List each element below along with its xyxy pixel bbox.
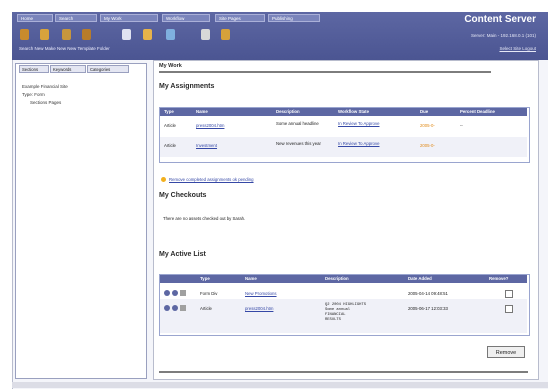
status-bar bbox=[12, 382, 548, 388]
active-row1-remove-checkbox[interactable] bbox=[505, 290, 513, 298]
left-pane bbox=[15, 63, 147, 379]
new-icon[interactable] bbox=[40, 29, 49, 40]
gear-icon[interactable] bbox=[201, 29, 210, 40]
up-arrow-icon[interactable] bbox=[166, 29, 175, 40]
row1-name[interactable]: press2004.htm bbox=[196, 123, 224, 128]
server-info: Server: Main - 192.168.0.1 (101) bbox=[470, 33, 536, 38]
active-header-date: Date Added bbox=[408, 276, 432, 281]
tab-workflow[interactable]: Workflow bbox=[162, 14, 210, 22]
inspect-icon[interactable] bbox=[172, 305, 178, 311]
refresh-icon[interactable] bbox=[82, 29, 91, 40]
key-icon[interactable] bbox=[221, 29, 230, 40]
active-row2-remove-checkbox[interactable] bbox=[505, 305, 513, 313]
view-icon[interactable] bbox=[164, 290, 170, 296]
active-row2-date: 2005-06-17 12:03:33 bbox=[408, 306, 448, 311]
remove-button[interactable]: Remove bbox=[487, 346, 525, 358]
row2-desc: New revenues this year bbox=[276, 141, 321, 146]
tab-keywords[interactable]: Keywords bbox=[50, 65, 86, 73]
active-list-heading: My Active List bbox=[159, 251, 206, 258]
tab-sections[interactable]: Sections bbox=[19, 65, 49, 73]
checkouts-text: There are no assets checked out by Sarah… bbox=[163, 216, 246, 221]
tab-categories[interactable]: Categories bbox=[87, 65, 129, 73]
assignments-heading: My Assignments bbox=[159, 83, 215, 90]
header-type: Type bbox=[164, 109, 174, 114]
edit-icon[interactable] bbox=[180, 290, 186, 296]
tree-item-site[interactable]: Example Financial Site bbox=[22, 84, 68, 89]
window-icon[interactable] bbox=[122, 29, 131, 40]
header-deadline: Percent Deadline bbox=[460, 109, 495, 114]
bullet-icon bbox=[161, 177, 166, 182]
active-row1-type: Form Div bbox=[200, 291, 218, 296]
title-divider bbox=[159, 71, 491, 73]
active-row2-name[interactable]: press2004.htm bbox=[245, 306, 273, 311]
row2-type: Article bbox=[164, 143, 176, 148]
search-icon[interactable] bbox=[20, 29, 29, 40]
row2-name[interactable]: Investment bbox=[196, 143, 217, 148]
tab-search[interactable]: Search bbox=[55, 14, 97, 22]
edit-icon[interactable] bbox=[180, 305, 186, 311]
header-due: Due bbox=[420, 109, 429, 114]
active-row2-desc: Q2 2004 HIGHLIGHTS Some annual FINANCIAL… bbox=[325, 303, 367, 322]
folder-icon[interactable] bbox=[62, 29, 71, 40]
row1-type: Article bbox=[164, 123, 176, 128]
view-icon[interactable] bbox=[164, 305, 170, 311]
active-row2-type: Article bbox=[200, 306, 212, 311]
header-name: Name bbox=[196, 109, 208, 114]
tab-publishing[interactable]: Publishing bbox=[268, 14, 320, 22]
row1-pct: -- bbox=[460, 123, 463, 128]
tab-my-work[interactable]: My Work bbox=[100, 14, 158, 22]
row1-due: 2005-0- bbox=[420, 123, 435, 128]
tree-item-type[interactable]: Type: Form bbox=[22, 92, 45, 97]
active-row1-date: 2005-04-14 09:48:51 bbox=[408, 291, 448, 296]
active-header-name: Name bbox=[245, 276, 257, 281]
header-workflow: Workflow State bbox=[338, 109, 369, 114]
page-title: My Work bbox=[159, 63, 182, 69]
top-links[interactable]: Select Site Logout bbox=[499, 46, 536, 51]
active-header-remove: Remove? bbox=[489, 276, 509, 281]
brand-title: Content Server bbox=[464, 14, 536, 25]
tab-home[interactable]: Home bbox=[17, 14, 53, 22]
document-icon[interactable] bbox=[143, 29, 152, 40]
tree-item-sections[interactable]: Sections Pages bbox=[30, 100, 61, 105]
active-header-desc: Description bbox=[325, 276, 349, 281]
inspect-icon[interactable] bbox=[172, 290, 178, 296]
row2-due: 2005-0- bbox=[420, 143, 435, 148]
bottom-divider bbox=[159, 371, 528, 373]
header-description: Description bbox=[276, 109, 300, 114]
active-row1-name[interactable]: New Promotions bbox=[245, 291, 277, 296]
row1-state[interactable]: In Review To Approve bbox=[338, 121, 398, 126]
active-header-type: Type bbox=[200, 276, 210, 281]
remove-completed-link[interactable]: Remove completed assignments ok pending bbox=[169, 177, 254, 182]
row2-state[interactable]: In Review To Approve bbox=[338, 141, 398, 146]
tab-site-pages[interactable]: Site Pages bbox=[215, 14, 265, 22]
checkouts-heading: My Checkouts bbox=[159, 192, 207, 199]
row1-desc: Some annual headline bbox=[276, 121, 319, 126]
toolbar-labels: Search New Make New New Template Folder bbox=[19, 46, 110, 51]
